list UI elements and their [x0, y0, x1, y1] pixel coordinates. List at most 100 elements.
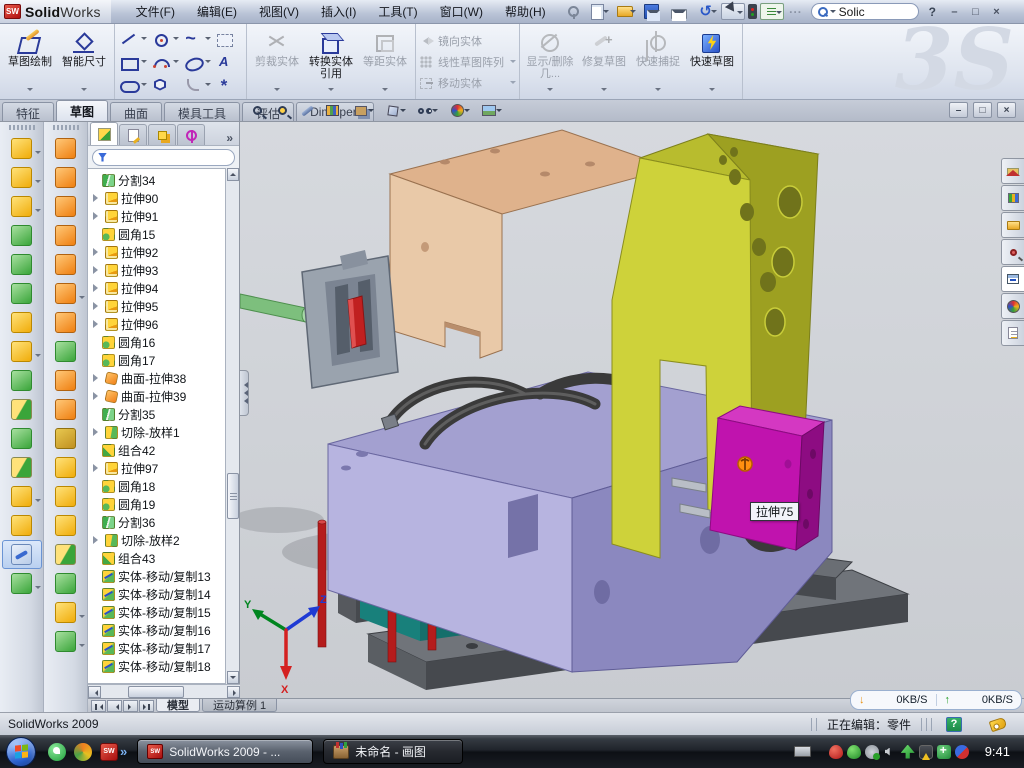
dimxpert-manager-tab[interactable]: [177, 124, 205, 145]
mirror-entities-button[interactable]: 镜向实体: [419, 31, 516, 51]
restore-button[interactable]: □: [967, 4, 984, 19]
reference-point-icon[interactable]: [46, 598, 86, 627]
feature-manager-tab[interactable]: [90, 122, 118, 145]
restore-button[interactable]: □: [973, 102, 992, 118]
menu-item[interactable]: 视图(V): [248, 0, 310, 23]
expand-arrow-icon[interactable]: [93, 464, 102, 472]
tree-item[interactable]: 分割36: [88, 513, 225, 531]
options-list-icon[interactable]: [760, 3, 784, 20]
hide-show-items-icon[interactable]: [412, 102, 438, 119]
dome-icon[interactable]: [46, 569, 86, 598]
menu-item[interactable]: 编辑(E): [186, 0, 248, 23]
offset-entities-button[interactable]: 等距实体: [359, 27, 411, 96]
new-document-icon[interactable]: [586, 3, 610, 20]
property-manager-tab[interactable]: [119, 124, 147, 145]
knit-surface-icon[interactable]: [46, 511, 86, 540]
command-manager-tab[interactable]: 特征: [2, 102, 54, 121]
display-style-icon[interactable]: [380, 102, 406, 119]
boundary-boss-icon[interactable]: [46, 250, 86, 279]
tree-item[interactable]: 拉伸90: [88, 189, 225, 207]
more-tools-icon[interactable]: [787, 3, 805, 20]
print-icon[interactable]: [667, 3, 691, 20]
view-orientation-icon[interactable]: [348, 102, 374, 119]
previous-tab-icon[interactable]: [107, 700, 122, 712]
tree-item[interactable]: 实体-移动/复制15: [88, 603, 225, 621]
start-button[interactable]: [6, 737, 36, 767]
hole-wizard-icon[interactable]: [2, 308, 42, 337]
expand-arrow-icon[interactable]: [93, 212, 102, 220]
toolbar-grip[interactable]: [53, 125, 79, 130]
search-scope-dropdown-icon[interactable]: [830, 10, 836, 16]
help-button[interactable]: ?: [929, 5, 936, 19]
trim-entities-button[interactable]: 剪裁实体: [251, 27, 303, 96]
spline-icon[interactable]: [181, 28, 212, 50]
search-tab[interactable]: [1001, 239, 1024, 265]
expand-arrow-icon[interactable]: [93, 428, 102, 436]
taskbar-clock[interactable]: 9:41: [985, 744, 1010, 759]
tree-item[interactable]: 圆角17: [88, 351, 225, 369]
close-button[interactable]: ×: [997, 102, 1016, 118]
quicklaunch-solidworks-icon[interactable]: SW: [100, 743, 118, 761]
hover-highlight-block[interactable]: [710, 406, 824, 550]
slide-clamp[interactable]: [240, 250, 398, 388]
convert-entities-button[interactable]: 转换实体引用: [305, 27, 357, 96]
open-file-icon[interactable]: [613, 3, 637, 20]
reference-geometry-icon[interactable]: [2, 482, 42, 511]
expand-arrow-icon[interactable]: [93, 302, 102, 310]
planar-surface-icon[interactable]: [46, 308, 86, 337]
rectangle-icon[interactable]: [117, 51, 148, 73]
flex-icon[interactable]: [46, 395, 86, 424]
health-tray-icon[interactable]: [937, 745, 951, 759]
quick-launch-chevron[interactable]: »: [120, 744, 127, 759]
polygon-icon[interactable]: [149, 74, 180, 96]
tree-horizontal-scrollbar[interactable]: [88, 684, 240, 698]
minimize-button[interactable]: –: [949, 102, 968, 118]
tree-item[interactable]: 分割34: [88, 171, 225, 189]
expand-arrow-icon[interactable]: [93, 284, 102, 292]
previous-view-icon[interactable]: [298, 102, 317, 119]
sketch-text-icon[interactable]: [213, 51, 244, 73]
model-tab[interactable]: 模型: [156, 699, 200, 712]
shell-icon[interactable]: [2, 250, 42, 279]
expand-arrow-icon[interactable]: [93, 266, 102, 274]
plane-icon[interactable]: [2, 511, 42, 540]
tree-filter-input[interactable]: [92, 149, 235, 166]
select-cursor-icon[interactable]: [721, 3, 745, 20]
solidworks-resources-tab[interactable]: [1001, 158, 1024, 184]
command-manager-tab[interactable]: 草图: [56, 100, 108, 121]
tree-item[interactable]: 圆角19: [88, 495, 225, 513]
status-tag-icon[interactable]: [989, 716, 1008, 731]
close-button[interactable]: ×: [988, 4, 1005, 19]
model-tab[interactable]: 运动算例 1: [202, 699, 277, 712]
tree-item[interactable]: 圆角15: [88, 225, 225, 243]
quicklaunch-pinwheel-icon[interactable]: [74, 743, 92, 761]
scroll-left-icon[interactable]: [88, 686, 101, 698]
search-input-value[interactable]: Solic: [839, 5, 865, 19]
expand-arrow-icon[interactable]: [93, 320, 102, 328]
smart-dimension-button[interactable]: 智能尺寸: [58, 27, 110, 96]
slot-icon[interactable]: [117, 74, 148, 96]
extruded-cut-icon[interactable]: [2, 134, 42, 163]
section-view-icon[interactable]: [323, 102, 342, 119]
save-icon[interactable]: [640, 3, 664, 20]
revolved-cut-icon[interactable]: [46, 163, 86, 192]
quick-snaps-button[interactable]: 快速捕捉: [632, 27, 684, 96]
minimize-button[interactable]: –: [946, 4, 963, 19]
tree-item[interactable]: 组合43: [88, 549, 225, 567]
pushpin-icon[interactable]: [565, 3, 583, 20]
swept-boss-icon[interactable]: [46, 192, 86, 221]
toolbar-grip[interactable]: [9, 125, 35, 130]
fillet-icon[interactable]: [2, 192, 42, 221]
instant3d-icon[interactable]: [2, 540, 42, 569]
update-tray-icon[interactable]: [865, 745, 879, 759]
rib-icon[interactable]: [2, 366, 42, 395]
scroll-up-icon[interactable]: [227, 168, 239, 181]
untrim-surface-icon[interactable]: [46, 482, 86, 511]
apply-scene-icon[interactable]: [476, 102, 502, 119]
repair-sketch-button[interactable]: 修复草图: [578, 27, 630, 96]
volume-tray-icon[interactable]: [883, 745, 897, 759]
scroll-thumb[interactable]: [227, 473, 239, 519]
menu-item[interactable]: 帮助(H): [494, 0, 557, 23]
tree-item[interactable]: 拉伸97: [88, 459, 225, 477]
status-help-button[interactable]: ?: [946, 717, 962, 732]
